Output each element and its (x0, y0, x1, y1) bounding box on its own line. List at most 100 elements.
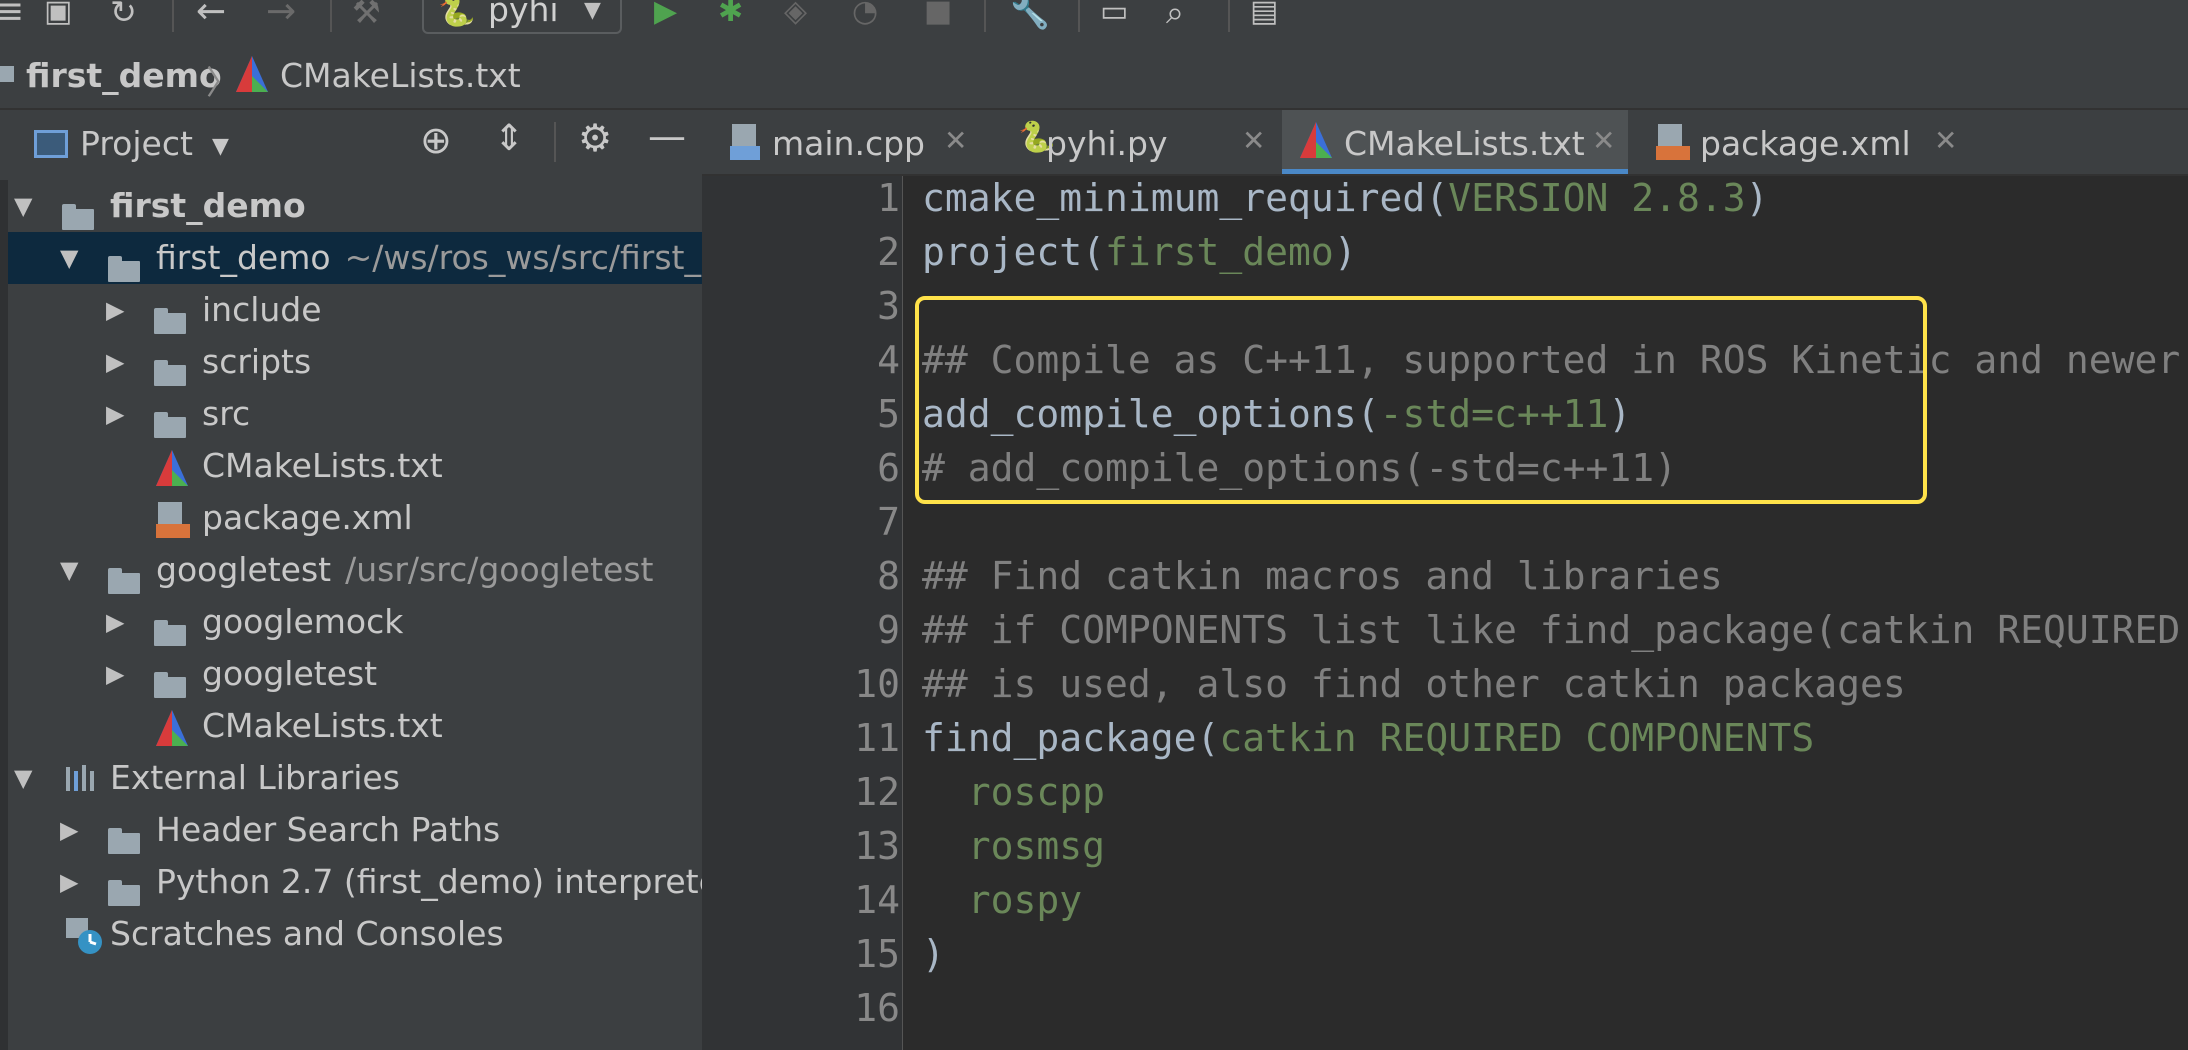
line-number: 11 (854, 716, 900, 760)
module-folder-icon (62, 192, 94, 230)
run-icon[interactable]: ▶ (654, 0, 677, 34)
run-configuration-label: pyhi (488, 0, 559, 29)
chevron-down-icon: ▼ (584, 0, 601, 23)
expand-arrow-icon[interactable]: ▼ (14, 764, 32, 792)
tab-main-cpp[interactable]: main.cpp ✕ (712, 110, 982, 174)
line-number: 3 (877, 284, 900, 328)
collapsed-arrow-icon[interactable]: ▶ (106, 296, 124, 324)
line-number: 6 (877, 446, 900, 490)
code-line[interactable]: rosmsg (922, 824, 1105, 868)
line-number-gutter: 1 2 3 4 5 6 7 8 9 10 11 12 13 14 15 16 (702, 176, 903, 1050)
sync-icon[interactable]: ↻ (110, 0, 137, 34)
menu-icon[interactable]: ≡ (0, 0, 24, 34)
xml-file-icon (1654, 122, 1692, 170)
tree-item-label: CMakeLists.txt (202, 446, 443, 485)
tree-item-scratches[interactable]: Scratches and Consoles (8, 908, 702, 960)
library-icon (108, 868, 140, 906)
code-token: ## Find catkin macros and libraries (922, 554, 1723, 598)
python-icon: 🐍 (438, 0, 476, 29)
tree-item-label: scripts (202, 342, 312, 381)
save-icon[interactable]: ▣ (44, 0, 72, 34)
collapsed-arrow-icon[interactable]: ▶ (106, 608, 124, 636)
tree-item-header-search-paths[interactable]: ▶ Header Search Paths (8, 804, 702, 856)
tree-item-scripts[interactable]: ▶ scripts (8, 336, 702, 388)
tree-item-src[interactable]: ▶ src (8, 388, 702, 440)
tab-cmakelists[interactable]: CMakeLists.txt ✕ (1282, 110, 1628, 174)
hide-minus-icon[interactable]: — (648, 114, 686, 158)
code-line[interactable]: roscpp (922, 770, 1105, 814)
tree-item-label: package.xml (202, 498, 413, 537)
library-folder-icon (154, 608, 186, 646)
line-number: 12 (854, 770, 900, 814)
collapse-all-icon[interactable]: ⇕ (494, 118, 524, 159)
navigation-bar: first_demo 〉 CMakeLists.txt (0, 38, 2188, 110)
tab-package-xml[interactable]: package.xml ✕ (1638, 110, 1968, 174)
collapsed-arrow-icon[interactable]: ▶ (106, 400, 124, 428)
tree-item-cmakelists-googletest[interactable]: CMakeLists.txt (8, 700, 702, 752)
tree-item-googlemock[interactable]: ▶ googlemock (8, 596, 702, 648)
build-hammer-icon[interactable]: ⚒ (352, 0, 381, 34)
close-icon[interactable]: ✕ (1934, 124, 1957, 157)
code-line[interactable]: ## if COMPONENTS list like find_package(… (922, 608, 2188, 652)
code-line[interactable]: ) (922, 932, 945, 976)
code-line[interactable]: ## Find catkin macros and libraries (922, 554, 1723, 598)
tab-pyhi-py[interactable]: 🐍 pyhi.py ✕ (1002, 110, 1274, 174)
library-folder-icon (154, 660, 186, 698)
back-arrow-icon[interactable]: ← (196, 0, 226, 34)
expand-arrow-icon[interactable]: ▼ (14, 192, 32, 220)
terminal-icon[interactable]: ▭ (1100, 0, 1128, 34)
code-line[interactable]: project(first_demo) (922, 230, 1357, 274)
close-icon[interactable]: ✕ (944, 124, 967, 157)
project-tool-window: Project ▼ ⊕ ⇕ ⚙ — ▼ first_demo ▼ first_d… (0, 110, 702, 1050)
toolbar-separator (330, 0, 332, 32)
gear-icon[interactable]: ⚙ (578, 116, 612, 160)
breadcrumb-project[interactable]: first_demo (26, 56, 222, 95)
forward-arrow-icon[interactable]: → (266, 0, 296, 34)
tree-item-first-demo-folder[interactable]: ▼ first_demo ~/ws/ros_ws/src/first_demo (8, 232, 702, 284)
breadcrumb-file[interactable]: CMakeLists.txt (280, 56, 521, 95)
code-line[interactable]: cmake_minimum_required(VERSION 2.8.3) (922, 176, 1769, 220)
library-folder-icon (108, 556, 140, 594)
left-tool-strip (0, 180, 8, 1050)
folder-icon (154, 348, 186, 386)
tree-item-googletest-root[interactable]: ▼ googletest/usr/src/googletest (8, 544, 702, 596)
tree-item-python-interpreter[interactable]: ▶ Python 2.7 (first_demo) interpreter (8, 856, 702, 908)
close-icon[interactable]: ✕ (1592, 124, 1615, 157)
line-number: 10 (854, 662, 900, 706)
toolbar-separator (1228, 0, 1230, 32)
tree-item-googletest-sub[interactable]: ▶ googletest (8, 648, 702, 700)
project-structure-icon[interactable]: ▤ (1250, 0, 1278, 34)
code-line[interactable]: rospy (922, 878, 1082, 922)
chevron-down-icon[interactable]: ▼ (212, 134, 229, 159)
expand-arrow-icon[interactable]: ▼ (60, 556, 78, 584)
tree-item-cmakelists[interactable]: CMakeLists.txt (8, 440, 702, 492)
wrench-settings-icon[interactable]: 🔧 (1010, 0, 1050, 34)
close-icon[interactable]: ✕ (1242, 124, 1265, 157)
cmake-file-icon (234, 54, 270, 98)
debug-bug-icon[interactable]: ✱ (718, 0, 743, 34)
stop-icon[interactable]: ■ (924, 0, 952, 34)
tree-item-external-libraries[interactable]: ▼ External Libraries (8, 752, 702, 804)
code-token: project( (922, 230, 1106, 274)
profile-icon[interactable]: ◔ (852, 0, 878, 34)
tree-item-label: Scratches and Consoles (110, 914, 504, 953)
locate-crosshair-icon[interactable]: ⊕ (420, 118, 452, 162)
code-line[interactable]: ## is used, also find other catkin packa… (922, 662, 1906, 706)
tree-item-package-xml[interactable]: package.xml (8, 492, 702, 544)
expand-arrow-icon[interactable]: ▼ (60, 244, 78, 272)
project-view-title[interactable]: Project (80, 124, 193, 163)
tree-item-include[interactable]: ▶ include (8, 284, 702, 336)
code-token: rosmsg (922, 824, 1106, 868)
collapsed-arrow-icon[interactable]: ▶ (106, 348, 124, 376)
coverage-icon[interactable]: ◈ (784, 0, 807, 34)
code-line[interactable]: find_package(catkin REQUIRED COMPONENTS (922, 716, 1814, 760)
line-number: 5 (877, 392, 900, 436)
run-configuration-dropdown[interactable]: 🐍 pyhi ▼ (422, 0, 622, 34)
header-separator (554, 122, 556, 162)
tree-item-first-demo-root[interactable]: ▼ first_demo (8, 180, 702, 232)
collapsed-arrow-icon[interactable]: ▶ (60, 868, 78, 896)
collapsed-arrow-icon[interactable]: ▶ (106, 660, 124, 688)
collapsed-arrow-icon[interactable]: ▶ (60, 816, 78, 844)
code-token: first_demo (1105, 230, 1334, 274)
search-icon[interactable]: ⌕ (1166, 0, 1184, 34)
